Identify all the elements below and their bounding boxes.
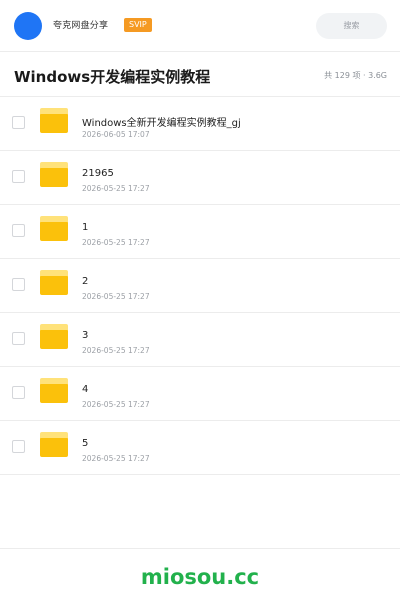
folder-icon [40,378,68,403]
footer: miosou.cc [0,548,400,600]
row-checkbox[interactable] [12,386,25,399]
row-checkbox[interactable] [12,224,25,237]
page-title: Windows开发编程实例教程 [14,68,211,86]
row-checkbox[interactable] [12,278,25,291]
folder-title-bar: Windows开发编程实例教程 共 129 项 · 3.6G [0,53,400,97]
row-checkbox[interactable] [12,332,25,345]
folder-meta: 共 129 项 · 3.6G [324,71,387,80]
file-name: 4 [82,384,89,395]
search-button[interactable]: 搜索 [316,13,387,39]
folder-icon [40,216,68,241]
file-row[interactable]: Windows全新开发编程实例教程_gj 2026-06-05 17:07 [0,97,400,151]
file-date: 2026-05-25 17:27 [82,400,150,409]
file-name: 1 [82,222,89,233]
file-date: 2026-05-25 17:27 [82,184,150,193]
file-row[interactable]: 21965 2026-05-25 17:27 [0,151,400,205]
file-name: 3 [82,330,89,341]
row-checkbox[interactable] [12,170,25,183]
file-name: 21965 [82,168,114,179]
avatar[interactable] [14,12,42,40]
row-checkbox[interactable] [12,440,25,453]
top-header: 夸克网盘分享 SVIP 搜索 [0,0,400,52]
folder-icon [40,108,68,133]
folder-icon [40,324,68,349]
folder-icon [40,270,68,295]
file-date: 2026-05-25 17:27 [82,454,150,463]
file-name: 2 [82,276,89,287]
file-date: 2026-06-05 17:07 [82,130,150,139]
file-row[interactable]: 1 2026-05-25 17:27 [0,205,400,259]
row-checkbox[interactable] [12,116,25,129]
file-date: 2026-05-25 17:27 [82,346,150,355]
file-row[interactable]: 2 2026-05-25 17:27 [0,259,400,313]
file-row[interactable]: 3 2026-05-25 17:27 [0,313,400,367]
file-row[interactable]: 4 2026-05-25 17:27 [0,367,400,421]
folder-icon [40,162,68,187]
svip-badge: SVIP [124,18,152,32]
folder-icon [40,432,68,457]
file-date: 2026-05-25 17:27 [82,238,150,247]
file-row[interactable]: 5 2026-05-25 17:27 [0,421,400,475]
app-name: 夸克网盘分享 [53,21,109,31]
brand-watermark: miosou.cc [140,565,260,589]
file-name: Windows全新开发编程实例教程_gj [82,118,241,129]
file-list: Windows全新开发编程实例教程_gj 2026-06-05 17:07 21… [0,97,400,475]
file-date: 2026-05-25 17:27 [82,292,150,301]
file-name: 5 [82,438,89,449]
